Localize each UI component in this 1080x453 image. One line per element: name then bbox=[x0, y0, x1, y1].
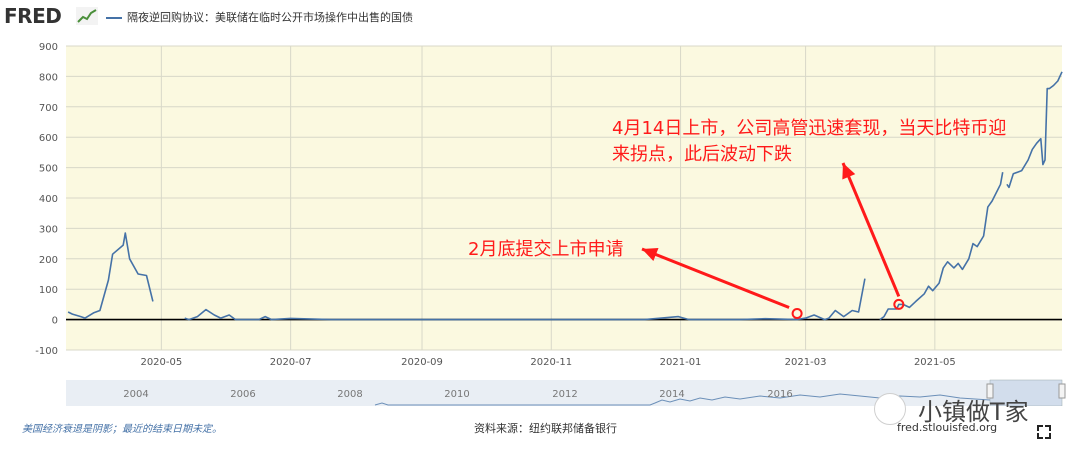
navigator-label: 2010 bbox=[444, 389, 469, 400]
fullscreen-icon[interactable] bbox=[1037, 425, 1051, 439]
x-tick-label: 2021-01 bbox=[660, 357, 702, 368]
series-legend-line bbox=[106, 17, 122, 19]
fred-logo: FRED bbox=[4, 4, 62, 28]
y-tick-label: 300 bbox=[39, 224, 58, 235]
x-tick-label: 2021-05 bbox=[914, 357, 956, 368]
y-tick-label: 400 bbox=[39, 194, 58, 205]
x-tick-label: 2020-05 bbox=[140, 357, 182, 368]
annotation-text-ipo: 来拐点，此后波动下跌 bbox=[612, 144, 792, 165]
y-tick-label: 200 bbox=[39, 255, 58, 266]
y-tick-label: 800 bbox=[39, 72, 58, 83]
x-tick-label: 2020-09 bbox=[401, 357, 443, 368]
annotation-text-filing: 2月底提交上市申请 bbox=[468, 239, 623, 260]
chart-area[interactable]: 900 800 700 600 500 400 300 200 100 0 -100 2020-05 2… bbox=[0, 36, 1080, 406]
series-title[interactable]: 隔夜逆回购协议：美联储在临时公开市场操作中出售的国债 bbox=[127, 9, 413, 25]
x-tick-label: 2020-07 bbox=[270, 357, 312, 368]
y-tick-label: 500 bbox=[39, 164, 58, 175]
watermark-text: 小镇做T家 bbox=[918, 398, 1029, 426]
fred-chart-icon bbox=[76, 7, 98, 25]
annotation-text-ipo: 4月14日上市，公司高管迅速套现，当天比特币迎 bbox=[612, 118, 1006, 139]
navigator-label: 2006 bbox=[230, 389, 255, 400]
y-tick-label: 900 bbox=[39, 42, 58, 53]
chart-header: FRED 隔夜逆回购协议：美联储在临时公开市场操作中出售的国债 bbox=[0, 0, 1080, 36]
navigator-label: 2008 bbox=[337, 389, 362, 400]
y-tick-label: 700 bbox=[39, 103, 58, 114]
watermark: 小镇做T家 bbox=[868, 391, 1073, 427]
y-tick-label: 100 bbox=[39, 285, 58, 296]
recession-note: 美国经济衰退是阴影；最近的结束日期未定。 bbox=[22, 424, 222, 435]
y-tick-label: 600 bbox=[39, 133, 58, 144]
y-tick-label: 0 bbox=[52, 316, 58, 327]
navigator-label: 2014 bbox=[659, 389, 684, 400]
navigator-label: 2016 bbox=[767, 389, 792, 400]
wechat-icon bbox=[874, 393, 906, 425]
source-note: 资料来源：纽约联邦储备银行 bbox=[474, 422, 617, 435]
y-tick-label: -100 bbox=[35, 346, 58, 357]
x-tick-label: 2020-11 bbox=[530, 357, 572, 368]
x-tick-label: 2021-03 bbox=[785, 357, 827, 368]
navigator-label: 2004 bbox=[123, 389, 148, 400]
navigator-label: 2012 bbox=[552, 389, 577, 400]
